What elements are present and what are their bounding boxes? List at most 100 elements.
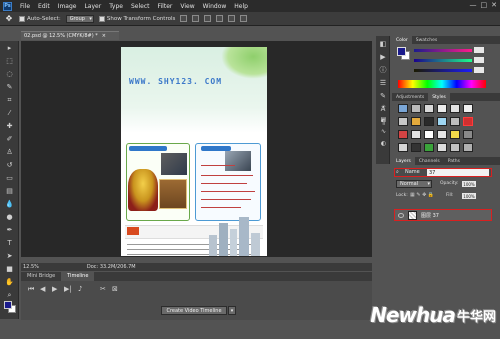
gradient-tool-icon[interactable]: ▤ xyxy=(2,185,17,197)
opacity-value[interactable]: 100% xyxy=(462,181,476,187)
previous-frame-icon[interactable]: ◀ xyxy=(40,285,45,293)
green-value[interactable] xyxy=(474,57,484,63)
style-swatch[interactable] xyxy=(463,143,473,152)
fill-value[interactable]: 100% xyxy=(462,193,476,199)
close-button[interactable]: ✕ xyxy=(491,1,497,9)
zoom-level[interactable]: 12.5% xyxy=(23,264,39,270)
pen-tool-icon[interactable]: ✒ xyxy=(2,224,17,236)
tab-adjustments[interactable]: Adjustments xyxy=(392,93,428,101)
play-icon[interactable]: ▶ xyxy=(52,285,57,293)
style-swatch[interactable] xyxy=(424,117,434,126)
menu-layer[interactable]: Layer xyxy=(80,3,105,10)
info-panel-icon[interactable]: ⓘ xyxy=(378,65,388,75)
blur-tool-icon[interactable]: 💧 xyxy=(2,198,17,210)
style-swatch[interactable] xyxy=(463,104,473,113)
menu-help[interactable]: Help xyxy=(230,3,252,10)
color-spectrum-bar[interactable] xyxy=(398,80,486,88)
menu-window[interactable]: Window xyxy=(199,3,231,10)
tab-color[interactable]: Color xyxy=(392,36,412,44)
style-swatch[interactable] xyxy=(411,117,421,126)
eyedropper-tool-icon[interactable]: ⁄ xyxy=(2,107,17,119)
shape-tool-icon[interactable]: ■ xyxy=(2,263,17,275)
levels-icon[interactable]: ▤ xyxy=(380,116,387,123)
eraser-tool-icon[interactable]: ▭ xyxy=(2,172,17,184)
tab-mini-bridge[interactable]: Mini Bridge xyxy=(21,272,61,281)
style-swatch[interactable] xyxy=(398,130,408,139)
audio-icon[interactable]: ♪ xyxy=(78,285,82,293)
tab-channels[interactable]: Channels xyxy=(415,157,444,165)
history-panel-icon[interactable]: ◧ xyxy=(378,39,388,49)
color-panel-foreground-swatch[interactable] xyxy=(397,47,406,56)
auto-select-option[interactable]: Auto-Select: xyxy=(19,15,61,22)
create-video-timeline-button[interactable]: Create Video Timeline xyxy=(161,306,227,315)
brush-tool-icon[interactable]: ✐ xyxy=(2,133,17,145)
foreground-color-swatch[interactable] xyxy=(4,301,12,309)
go-to-first-frame-icon[interactable]: ⏮ xyxy=(28,285,34,294)
menu-filter[interactable]: Filter xyxy=(154,3,177,10)
tab-paths[interactable]: Paths xyxy=(444,157,464,165)
blue-slider[interactable] xyxy=(414,68,472,72)
style-swatch[interactable] xyxy=(411,143,421,152)
split-at-playhead-icon[interactable]: ✂ xyxy=(100,285,106,293)
layer-name-filter-input[interactable]: 37 xyxy=(427,169,489,176)
tab-styles[interactable]: Styles xyxy=(428,93,450,101)
lock-icons[interactable]: ▦ ✎ ✥ 🔒 xyxy=(410,192,434,198)
style-swatch[interactable] xyxy=(437,117,447,126)
red-value[interactable] xyxy=(474,47,484,53)
style-swatch[interactable] xyxy=(463,117,473,126)
zoom-tool-icon[interactable]: ⌕ xyxy=(2,289,17,301)
style-swatch[interactable] xyxy=(437,130,447,139)
document-canvas[interactable]: WWW. SHY123. COM xyxy=(121,47,267,256)
auto-select-dropdown[interactable]: Group xyxy=(65,14,94,23)
menu-view[interactable]: View xyxy=(176,3,198,10)
blend-mode-dropdown[interactable]: Normal xyxy=(396,180,432,188)
actions-panel-icon[interactable]: ▶ xyxy=(378,52,388,62)
menu-image[interactable]: Image xyxy=(54,3,81,10)
brush-panel-icon[interactable]: ✎ xyxy=(378,91,388,101)
stamp-tool-icon[interactable]: ♙ xyxy=(2,146,17,158)
menu-edit[interactable]: Edit xyxy=(34,3,54,10)
layer-visibility-eye-icon[interactable] xyxy=(398,212,404,218)
type-tool-icon[interactable]: T xyxy=(2,237,17,249)
align-top-button[interactable] xyxy=(180,15,188,22)
document-tab[interactable]: 02.psd @ 12.5% (CMYK/8#) * × xyxy=(21,31,119,40)
properties-panel-icon[interactable]: ☰ xyxy=(378,78,388,88)
style-swatch[interactable] xyxy=(450,130,460,139)
transform-controls-checkbox[interactable] xyxy=(98,15,105,22)
style-swatch[interactable] xyxy=(424,104,434,113)
style-swatch[interactable] xyxy=(398,104,408,113)
align-right-button[interactable] xyxy=(240,15,248,22)
style-swatch[interactable] xyxy=(450,143,460,152)
timeline-options-chevron-down-icon[interactable]: ▾ xyxy=(228,306,236,315)
style-swatch[interactable] xyxy=(437,104,447,113)
transform-controls-option[interactable]: Show Transform Controls xyxy=(98,15,175,22)
blue-value[interactable] xyxy=(474,67,484,73)
style-swatch[interactable] xyxy=(437,143,447,152)
next-frame-icon[interactable]: ▶| xyxy=(64,285,72,293)
curves-icon[interactable]: ∿ xyxy=(380,128,387,135)
exposure-icon[interactable]: ◐ xyxy=(380,140,387,147)
hand-tool-icon[interactable]: ✋ xyxy=(2,276,17,288)
menu-file[interactable]: File xyxy=(16,3,34,10)
style-swatch[interactable] xyxy=(424,143,434,152)
red-slider[interactable] xyxy=(414,48,472,52)
style-swatch[interactable] xyxy=(398,143,408,152)
layer-row[interactable]: 图层 37 xyxy=(394,209,492,221)
style-swatch[interactable] xyxy=(450,104,460,113)
menu-select[interactable]: Select xyxy=(127,3,154,10)
align-middle-button[interactable] xyxy=(192,15,200,22)
style-swatch[interactable] xyxy=(424,130,434,139)
transition-icon[interactable]: ⊠ xyxy=(112,285,118,293)
dodge-tool-icon[interactable]: ● xyxy=(2,211,17,223)
style-swatch[interactable] xyxy=(450,117,460,126)
align-bottom-button[interactable] xyxy=(204,15,212,22)
filter-search-icon[interactable]: ⌕ xyxy=(396,169,399,175)
quick-select-tool-icon[interactable]: ✎ xyxy=(2,81,17,93)
document-tab-close-icon[interactable]: × xyxy=(102,33,106,39)
move-tool-icon[interactable]: ✥ xyxy=(4,14,14,24)
crop-tool-icon[interactable]: ⌗ xyxy=(2,94,17,106)
marquee-tool-icon[interactable]: ⬚ xyxy=(2,55,17,67)
minimize-button[interactable]: — xyxy=(470,1,477,9)
tab-timeline[interactable]: Timeline xyxy=(61,272,95,281)
move-tool-icon[interactable]: ▸ xyxy=(2,42,17,54)
